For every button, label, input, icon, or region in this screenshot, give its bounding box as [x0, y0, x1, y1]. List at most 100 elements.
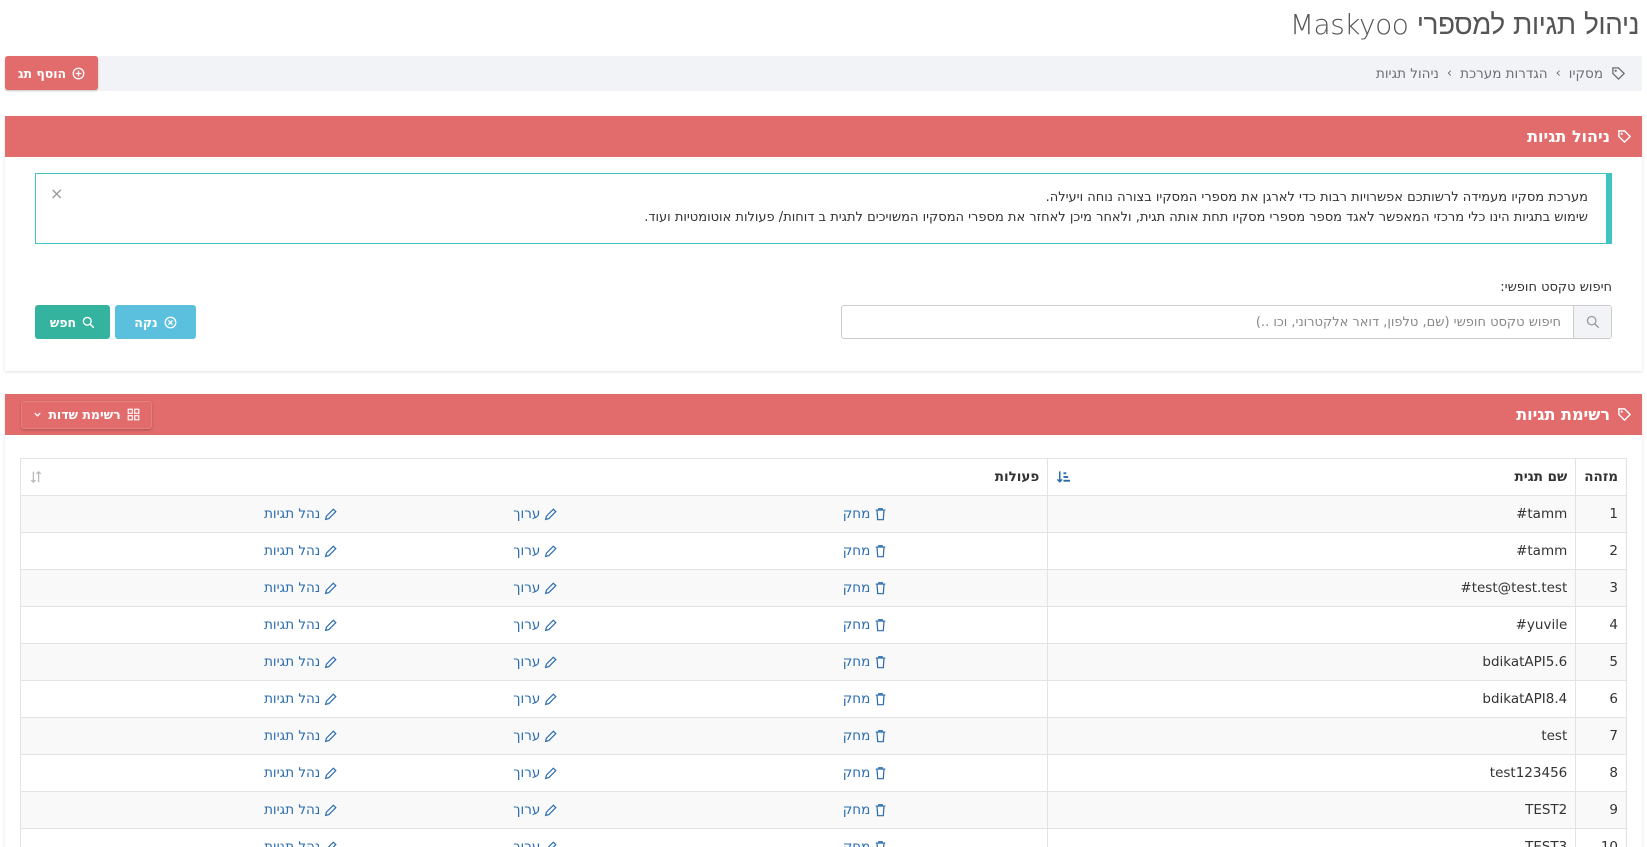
column-header-actions[interactable]: פעולות [19, 458, 1049, 496]
table-row: 10 TEST3 מחק ערוך נהל תגיות [19, 828, 1627, 847]
pencil-icon [544, 507, 557, 521]
table-row: 9 TEST2 מחק ערוך נהל תגיות [19, 791, 1627, 829]
edit-button[interactable]: ערוך [513, 506, 557, 522]
trash-icon [874, 840, 887, 847]
fields-list-button[interactable]: רשימת שדות [21, 400, 152, 429]
add-tag-button[interactable]: הוסף תג [5, 56, 98, 90]
cell-actions: מחק ערוך נהל תגיות [19, 569, 1049, 607]
pencil-icon [324, 840, 337, 847]
manage-tags-header: ניהול תגיות [5, 116, 1642, 157]
delete-button[interactable]: מחק [843, 506, 888, 522]
breadcrumb-item-system-settings[interactable]: הגדרות מערכת [1460, 66, 1547, 82]
pencil-icon [324, 766, 337, 780]
delete-button[interactable]: מחק [843, 617, 888, 633]
add-tag-label: הוסף תג [17, 65, 67, 81]
edit-button[interactable]: ערוך [513, 802, 557, 818]
trash-icon [874, 544, 887, 558]
edit-button[interactable]: ערוך [513, 765, 557, 781]
cell-name: yuvile# [1047, 606, 1577, 644]
breadcrumb-item-maskyoo[interactable]: מסקיו [1569, 66, 1603, 82]
trash-icon [874, 655, 887, 669]
table-row: 3 test@test.test# מחק ערוך נהל תגיות [19, 569, 1627, 607]
cell-name: test [1047, 717, 1577, 755]
edit-label: ערוך [513, 839, 541, 847]
cell-id: 7 [1575, 717, 1627, 755]
delete-label: מחק [842, 506, 871, 522]
cell-actions: מחק ערוך נהל תגיות [19, 532, 1049, 570]
manage-tags-button[interactable]: נהל תגיות [264, 728, 337, 744]
fields-list-label: רשימת שדות [48, 407, 121, 422]
delete-button[interactable]: מחק [843, 580, 888, 596]
edit-label: ערוך [513, 728, 541, 744]
cell-id: 9 [1575, 791, 1627, 829]
edit-button[interactable]: ערוך [513, 839, 557, 847]
cell-id: 4 [1575, 606, 1627, 644]
table-row: 5 bdikatAPI5.6 מחק ערוך נהל תגיות [19, 643, 1627, 681]
edit-button[interactable]: ערוך [513, 728, 557, 744]
delete-button[interactable]: מחק [843, 543, 888, 559]
column-header-id[interactable]: מזהה [1575, 458, 1627, 496]
delete-label: מחק [842, 802, 871, 818]
edit-label: ערוך [513, 802, 541, 818]
edit-button[interactable]: ערוך [513, 543, 557, 559]
search-label: חיפוש טקסט חופשי: [1500, 280, 1612, 295]
manage-tags-button[interactable]: נהל תגיות [264, 654, 337, 670]
search-icon [82, 316, 95, 329]
manage-tags-button[interactable]: נהל תגיות [264, 543, 337, 559]
pencil-icon [324, 544, 337, 558]
pencil-icon [544, 729, 557, 743]
table-row: 8 test123456 מחק ערוך נהל תגיות [19, 754, 1627, 792]
delete-button[interactable]: מחק [843, 691, 888, 707]
manage-tags-label: נהל תגיות [264, 543, 321, 559]
cell-name: test@test.test# [1047, 569, 1577, 607]
delete-button[interactable]: מחק [843, 765, 888, 781]
sort-icon[interactable] [29, 470, 43, 484]
manage-tags-button[interactable]: נהל תגיות [264, 617, 337, 633]
manage-tags-button[interactable]: נהל תגיות [264, 802, 337, 818]
manage-tags-button[interactable]: נהל תגיות [264, 839, 337, 847]
tag-icon [1617, 407, 1632, 422]
times-circle-icon [164, 316, 177, 329]
manage-tags-label: נהל תגיות [264, 506, 321, 522]
pencil-icon [324, 729, 337, 743]
pencil-icon [544, 544, 557, 558]
chevron-left-icon: › [1446, 66, 1453, 81]
cell-actions: מחק ערוך נהל תגיות [19, 643, 1049, 681]
manage-tags-button[interactable]: נהל תגיות [264, 506, 337, 522]
edit-button[interactable]: ערוך [513, 580, 557, 596]
edit-button[interactable]: ערוך [513, 691, 557, 707]
search-button[interactable]: חפש [35, 305, 110, 339]
cell-name: bdikatAPI8.4 [1047, 680, 1577, 718]
pencil-icon [544, 655, 557, 669]
sort-amount-icon[interactable] [1056, 470, 1071, 485]
edit-label: ערוך [513, 691, 541, 707]
cell-id: 2 [1575, 532, 1627, 570]
pencil-icon [324, 803, 337, 817]
chevron-left-icon: › [1555, 66, 1561, 81]
edit-button[interactable]: ערוך [513, 617, 557, 633]
manage-tags-button[interactable]: נהל תגיות [264, 580, 337, 596]
delete-button[interactable]: מחק [843, 654, 888, 670]
delete-button[interactable]: מחק [843, 839, 888, 847]
close-icon[interactable]: × [50, 184, 63, 204]
delete-button[interactable]: מחק [843, 728, 888, 744]
delete-label: מחק [842, 765, 871, 781]
tag-icon [1617, 129, 1632, 144]
manage-tags-label: נהל תגיות [264, 765, 321, 781]
cell-actions: מחק ערוך נהל תגיות [19, 495, 1049, 533]
clear-button[interactable]: נקה [115, 305, 196, 339]
breadcrumb-item-current: ניהול תגיות [1376, 65, 1439, 82]
edit-button[interactable]: ערוך [513, 654, 557, 670]
edit-label: ערוך [513, 506, 541, 522]
tag-icon [1611, 66, 1626, 81]
tag-list-title: רשימת תגיות [1516, 405, 1610, 424]
column-header-name[interactable]: שם תגית [1047, 458, 1577, 496]
manage-tags-button[interactable]: נהל תגיות [264, 765, 337, 781]
delete-label: מחק [842, 839, 871, 847]
pencil-icon [544, 618, 557, 632]
clear-label: נקה [134, 314, 158, 330]
caret-down-icon [33, 410, 42, 419]
manage-tags-button[interactable]: נהל תגיות [264, 691, 337, 707]
delete-button[interactable]: מחק [843, 802, 888, 818]
search-input[interactable] [842, 306, 1573, 338]
